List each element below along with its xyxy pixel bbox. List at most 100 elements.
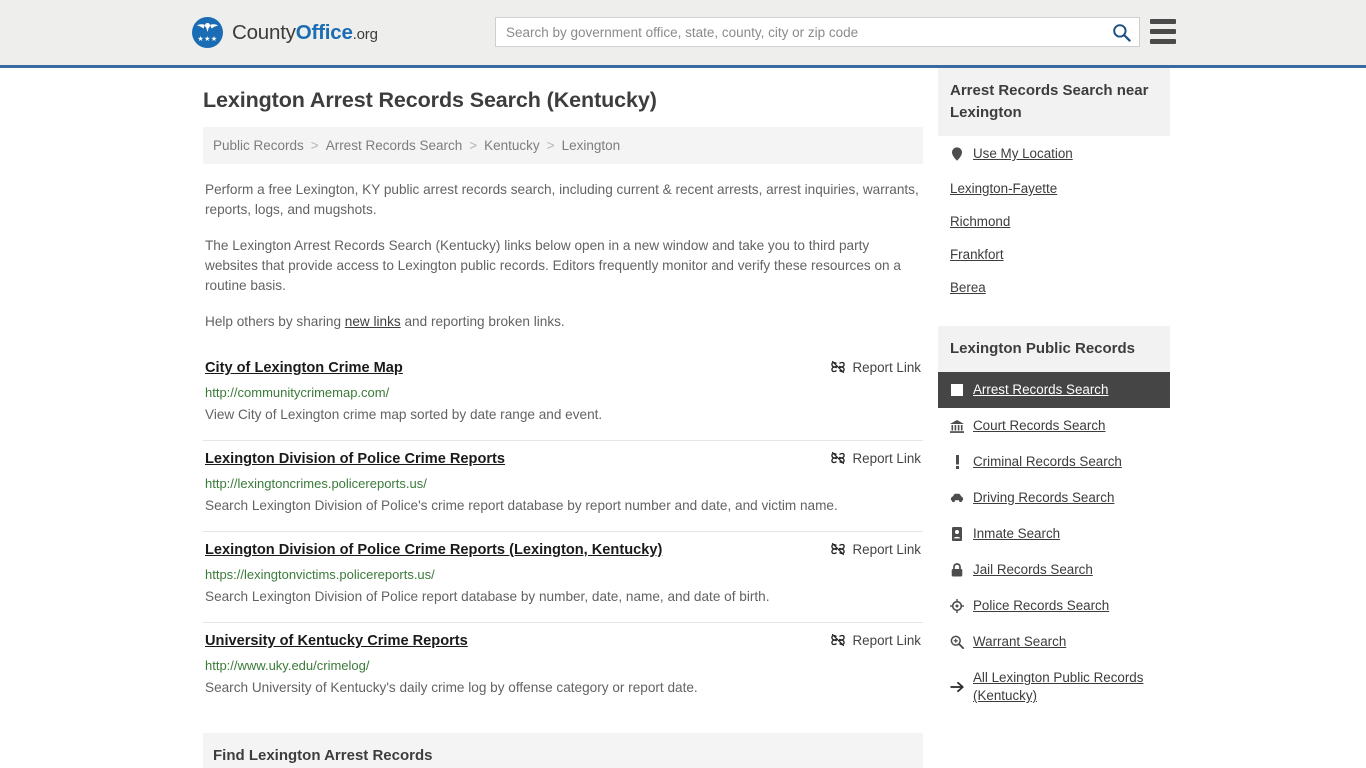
result-title-link[interactable]: Lexington Division of Police Crime Repor…: [205, 540, 662, 560]
sidebar-heading-near: Arrest Records Search near Lexington: [938, 68, 1170, 136]
find-records-heading: Find Lexington Arrest Records: [213, 747, 433, 764]
report-link-button[interactable]: Report Link: [830, 358, 921, 375]
result-header: Lexington Division of Police Crime Repor…: [205, 449, 921, 469]
result-item: University of Kentucky Crime Reports Rep…: [203, 623, 923, 713]
sidebar-near-list: Use My Location Lexington-Fayette Richmo…: [938, 136, 1170, 304]
breadcrumb-item-kentucky[interactable]: Kentucky: [484, 138, 540, 153]
menu-bar-2: [1150, 29, 1176, 34]
result-list: City of Lexington Crime Map Report Link …: [203, 350, 923, 713]
hamburger-menu-icon[interactable]: [1150, 19, 1176, 44]
arrow-right-icon: [950, 681, 964, 693]
logo-stars: ★★★: [197, 36, 218, 43]
site-header: ★★★ CountyOffice.org: [0, 0, 1366, 68]
sidebar-link-label[interactable]: Driving Records Search: [973, 489, 1114, 507]
menu-bar-3: [1150, 39, 1176, 44]
sidebar-item-lexington-fayette[interactable]: Lexington-Fayette: [938, 172, 1170, 205]
new-links-link[interactable]: new links: [345, 314, 401, 329]
sidebar-item-warrant-search[interactable]: Warrant Search: [938, 624, 1170, 660]
report-link-button[interactable]: Report Link: [830, 540, 921, 557]
share-text-after: and reporting broken links.: [400, 314, 565, 329]
share-text-before: Help others by sharing: [205, 314, 345, 329]
sidebar-link-label[interactable]: Use My Location: [973, 145, 1073, 163]
result-header: University of Kentucky Crime Reports Rep…: [205, 631, 921, 651]
broken-link-icon: [830, 451, 845, 465]
sidebar-item-all-public-records[interactable]: All Lexington Public Records (Kentucky): [938, 660, 1170, 714]
sidebar-link-label[interactable]: Berea: [950, 280, 986, 295]
page-title: Lexington Arrest Records Search (Kentuck…: [203, 88, 657, 112]
police-badge-icon: [950, 599, 964, 613]
result-description: Search Lexington Division of Police's cr…: [205, 498, 838, 513]
sidebar: Arrest Records Search near Lexington Use…: [938, 68, 1170, 768]
sidebar-link-label[interactable]: Inmate Search: [973, 525, 1060, 543]
sidebar-link-label[interactable]: Frankfort: [950, 247, 1004, 262]
result-url[interactable]: http://www.uky.edu/crimelog/: [205, 658, 921, 673]
result-title-link[interactable]: University of Kentucky Crime Reports: [205, 631, 468, 651]
sidebar-item-inmate-search[interactable]: Inmate Search: [938, 516, 1170, 552]
breadcrumb-item-lexington[interactable]: Lexington: [562, 138, 621, 153]
magnifier-plus-icon: [950, 635, 964, 649]
result-title-link[interactable]: City of Lexington Crime Map: [205, 358, 403, 378]
site-logo-text: CountyOffice.org: [232, 21, 378, 45]
report-link-button[interactable]: Report Link: [830, 631, 921, 648]
courthouse-icon: [950, 419, 964, 433]
breadcrumb-item-arrest-records-search[interactable]: Arrest Records Search: [326, 138, 463, 153]
exclamation-icon: [950, 455, 964, 469]
broken-link-icon: [830, 542, 845, 556]
result-item: Lexington Division of Police Crime Repor…: [203, 532, 923, 623]
sidebar-link-label[interactable]: Warrant Search: [973, 633, 1066, 651]
sidebar-link-label[interactable]: All Lexington Public Records (Kentucky): [973, 669, 1158, 705]
menu-bar-1: [1150, 19, 1176, 24]
breadcrumb: Public Records > Arrest Records Search >…: [203, 127, 923, 164]
sidebar-item-driving-records-search[interactable]: Driving Records Search: [938, 480, 1170, 516]
sidebar-item-criminal-records-search[interactable]: Criminal Records Search: [938, 444, 1170, 480]
report-link-button[interactable]: Report Link: [830, 449, 921, 466]
result-url[interactable]: https://lexingtonvictims.policereports.u…: [205, 567, 921, 582]
search-icon: [1112, 23, 1131, 42]
sidebar-item-police-records-search[interactable]: Police Records Search: [938, 588, 1170, 624]
sidebar-link-label[interactable]: Lexington-Fayette: [950, 181, 1057, 196]
site-logo-link[interactable]: ★★★ CountyOffice.org: [192, 17, 378, 48]
result-header: Lexington Division of Police Crime Repor…: [205, 540, 921, 560]
sidebar-item-jail-records-search[interactable]: Jail Records Search: [938, 552, 1170, 588]
brand-part-office: Office: [295, 20, 353, 44]
sidebar-item-arrest-records-search[interactable]: Arrest Records Search: [938, 372, 1170, 408]
result-title-link[interactable]: Lexington Division of Police Crime Repor…: [205, 449, 505, 469]
main-content: Lexington Arrest Records Search (Kentuck…: [203, 68, 923, 768]
sidebar-item-use-my-location[interactable]: Use My Location: [938, 136, 1170, 172]
sidebar-heading-public-records: Lexington Public Records: [938, 326, 1170, 372]
report-link-label: Report Link: [852, 450, 921, 466]
sidebar-item-frankfort[interactable]: Frankfort: [938, 238, 1170, 271]
intro-paragraph-1: Perform a free Lexington, KY public arre…: [205, 182, 919, 217]
map-pin-icon: [950, 147, 964, 161]
sidebar-link-label[interactable]: Richmond: [950, 214, 1010, 229]
result-url[interactable]: http://communitycrimemap.com/: [205, 385, 921, 400]
sidebar-item-richmond[interactable]: Richmond: [938, 205, 1170, 238]
result-url[interactable]: http://lexingtoncrimes.policereports.us/: [205, 476, 921, 491]
breadcrumb-item-public-records[interactable]: Public Records: [213, 138, 304, 153]
sidebar-link-label[interactable]: Criminal Records Search: [973, 453, 1122, 471]
broken-link-icon: [830, 633, 845, 647]
sidebar-link-label[interactable]: Arrest Records Search: [973, 381, 1108, 399]
broken-link-icon: [830, 360, 845, 374]
sidebar-item-court-records-search[interactable]: Court Records Search: [938, 408, 1170, 444]
page-body: Lexington Arrest Records Search (Kentuck…: [0, 68, 1366, 768]
sidebar-link-label[interactable]: Court Records Search: [973, 417, 1105, 435]
sidebar-link-label[interactable]: Police Records Search: [973, 597, 1109, 615]
breadcrumb-separator: >: [546, 138, 555, 153]
white-square-icon: [950, 384, 964, 396]
search-bar[interactable]: [495, 17, 1140, 47]
result-description: Search University of Kentucky's daily cr…: [205, 680, 698, 695]
sidebar-link-label[interactable]: Jail Records Search: [973, 561, 1093, 579]
search-button[interactable]: [1103, 18, 1139, 46]
result-header: City of Lexington Crime Map Report Link: [205, 358, 921, 378]
intro-paragraph-3: Help others by sharing new links and rep…: [203, 312, 923, 332]
sidebar-item-berea[interactable]: Berea: [938, 271, 1170, 304]
result-description: View City of Lexington crime map sorted …: [205, 407, 603, 422]
search-input[interactable]: [496, 18, 1103, 46]
brand-part-tld: .org: [352, 25, 378, 43]
sidebar-public-records-list: Arrest Records Search Court Records Sear…: [938, 372, 1170, 714]
result-item: Lexington Division of Police Crime Repor…: [203, 441, 923, 532]
car-icon: [950, 493, 964, 503]
intro-paragraph-2: The Lexington Arrest Records Search (Ken…: [205, 238, 901, 293]
lock-icon: [950, 563, 964, 577]
